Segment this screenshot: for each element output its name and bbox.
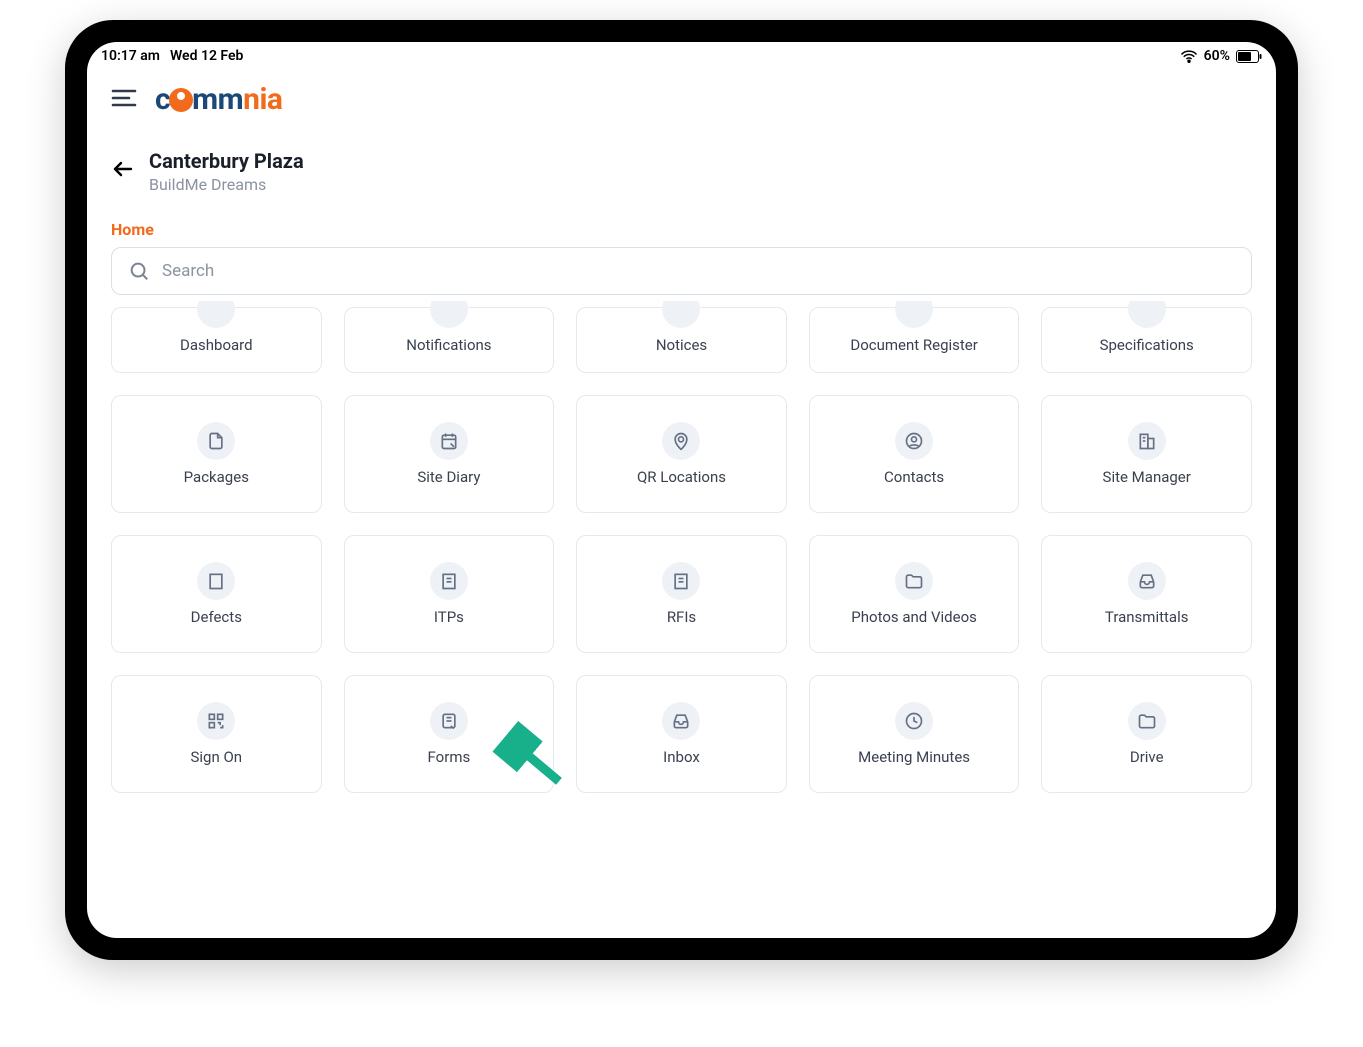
tile-rfis[interactable]: RFIs (576, 535, 787, 653)
tile-forms[interactable]: Forms (344, 675, 555, 793)
tile-site-manager[interactable]: Site Manager (1041, 395, 1252, 513)
tile-label: Inbox (663, 748, 700, 766)
status-bar: 10:17 am Wed 12 Feb 60% (87, 42, 1276, 70)
logo-nia: nia (243, 82, 282, 117)
app-logo: c mm nia (155, 82, 282, 117)
tile-drive[interactable]: Drive (1041, 675, 1252, 793)
status-time: 10:17 am (101, 48, 160, 64)
project-title: Canterbury Plaza (149, 149, 304, 173)
tile-qr-locations[interactable]: QR Locations (576, 395, 787, 513)
wifi-icon (1180, 49, 1198, 63)
tablet-frame: 10:17 am Wed 12 Feb 60% (65, 20, 1298, 960)
building-icon (662, 562, 700, 600)
tile-notices[interactable]: Notices (576, 307, 787, 373)
tile-label: Sign On (191, 748, 243, 766)
pin-icon (662, 422, 700, 460)
tile-transmittals[interactable]: Transmittals (1041, 535, 1252, 653)
tile-label: RFIs (667, 608, 696, 626)
tile-packages[interactable]: Packages (111, 395, 322, 513)
file-icon (197, 422, 235, 460)
tile-photos-videos[interactable]: Photos and Videos (809, 535, 1020, 653)
dashboard-icon (197, 301, 235, 328)
building-icon (197, 562, 235, 600)
tile-label: QR Locations (637, 468, 726, 486)
inbox-icon (1128, 562, 1166, 600)
form-icon (430, 702, 468, 740)
project-header: Canterbury Plaza BuildMe Dreams (87, 123, 1276, 200)
tile-itps[interactable]: ITPs (344, 535, 555, 653)
folder-icon (895, 562, 933, 600)
tile-label: Photos and Videos (851, 608, 977, 626)
building-icon (430, 562, 468, 600)
tile-label: Specifications (1100, 336, 1194, 354)
document-icon (895, 301, 933, 328)
tile-label: Site Manager (1103, 468, 1191, 486)
battery-icon (1236, 50, 1262, 63)
tile-site-diary[interactable]: Site Diary (344, 395, 555, 513)
clock-icon (895, 702, 933, 740)
tile-label: Meeting Minutes (858, 748, 970, 766)
calendar-edit-icon (430, 422, 468, 460)
search-input[interactable]: Search (111, 247, 1252, 295)
tile-label: ITPs (434, 608, 464, 626)
folder-icon (1128, 702, 1166, 740)
tile-dashboard[interactable]: Dashboard (111, 307, 322, 373)
user-circle-icon (895, 422, 933, 460)
tile-document-register[interactable]: Document Register (809, 307, 1020, 373)
tile-label: Defects (191, 608, 242, 626)
tile-defects[interactable]: Defects (111, 535, 322, 653)
tile-specifications[interactable]: Specifications (1041, 307, 1252, 373)
tile-label: Dashboard (180, 336, 253, 354)
search-placeholder: Search (162, 261, 214, 281)
notices-icon (662, 301, 700, 328)
inbox-icon (662, 702, 700, 740)
home-tab-label[interactable]: Home (87, 200, 1276, 247)
tile-sign-on[interactable]: Sign On (111, 675, 322, 793)
bell-icon (430, 301, 468, 328)
status-battery-pct: 60% (1204, 48, 1230, 64)
menu-button[interactable] (111, 85, 137, 115)
tile-label: Site Diary (417, 468, 480, 486)
tile-label: Packages (184, 468, 249, 486)
building-icon (1128, 422, 1166, 460)
logo-mm: mm (192, 82, 243, 117)
tile-label: Contacts (884, 468, 944, 486)
logo-o-icon (169, 88, 193, 112)
tiles-grid: Dashboard Notifications Notices Document… (87, 301, 1276, 793)
tile-notifications[interactable]: Notifications (344, 307, 555, 373)
qr-icon (197, 702, 235, 740)
tile-meeting-minutes[interactable]: Meeting Minutes (809, 675, 1020, 793)
project-subtitle: BuildMe Dreams (149, 175, 304, 194)
status-date: Wed 12 Feb (170, 48, 243, 64)
screen: 10:17 am Wed 12 Feb 60% (87, 42, 1276, 938)
spec-icon (1128, 301, 1166, 328)
tile-inbox[interactable]: Inbox (576, 675, 787, 793)
tile-label: Transmittals (1105, 608, 1189, 626)
tile-label: Forms (428, 748, 471, 766)
tile-label: Notifications (406, 336, 491, 354)
tile-label: Drive (1130, 748, 1164, 766)
tile-label: Notices (656, 336, 707, 354)
app-header: c mm nia (87, 70, 1276, 123)
back-button[interactable] (111, 157, 135, 187)
tile-label: Document Register (850, 336, 978, 354)
tile-contacts[interactable]: Contacts (809, 395, 1020, 513)
logo-c: c (155, 82, 170, 117)
